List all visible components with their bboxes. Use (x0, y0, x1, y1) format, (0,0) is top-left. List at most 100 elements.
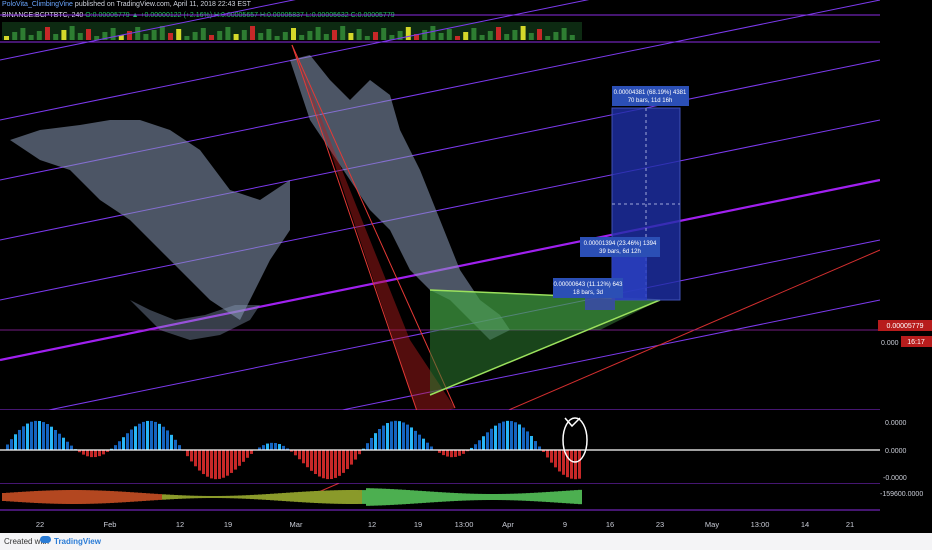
osc-bar (46, 424, 49, 450)
measure-label-medium: 0.00001394 (23.46%) 1394 39 bars, 6d 12h (580, 237, 660, 257)
time-axis-label: 19 (224, 520, 232, 529)
osc-bar (162, 426, 165, 450)
top-strip-bar (364, 36, 370, 40)
top-strip-bar (266, 29, 272, 40)
osc-bar (262, 445, 265, 450)
osc2-bar (510, 493, 514, 501)
osc-bar (310, 450, 313, 471)
osc2-bar (42, 490, 46, 504)
osc-bar (82, 450, 85, 455)
osc2-bar (538, 492, 542, 502)
osc2-bar (174, 494, 178, 500)
measure-label-large: 0.00004381 (68.19%) 4381 70 bars, 11d 16… (612, 86, 689, 106)
osc2-bar (146, 493, 150, 501)
osc-bar (510, 421, 513, 450)
osc-bar (190, 450, 193, 462)
osc2-bar (274, 493, 278, 501)
osc2-bar (422, 491, 426, 503)
osc2-bar (414, 490, 418, 504)
top-strip-bar (422, 30, 428, 40)
osc-bar (230, 450, 233, 473)
osc-bar (298, 450, 301, 460)
osc2-bar (122, 491, 126, 503)
osc2-bar (110, 491, 114, 503)
osc-bar (18, 429, 21, 450)
osc2-bar (106, 490, 110, 504)
time-axis-label: May (705, 520, 719, 529)
osc2-bar (410, 490, 414, 504)
top-strip-bar (77, 33, 83, 40)
osc-bar (522, 427, 525, 450)
osc-bar (330, 450, 333, 480)
osc2-bar (234, 495, 238, 499)
osc2-bar (530, 492, 534, 502)
osc-bar (402, 422, 405, 450)
osc-bar (214, 450, 217, 480)
chart-svg[interactable]: 0.00004381 (68.19%) 4381 70 bars, 11d 16… (0, 0, 932, 533)
osc-bar (98, 450, 101, 457)
osc-bar (486, 432, 489, 450)
last-price-label: 0.00005779 (887, 323, 924, 330)
osc2-bar (262, 494, 266, 500)
osc2-bar (350, 490, 354, 504)
tradingview-brand[interactable]: TradingView (54, 537, 101, 546)
osc2-bar (70, 490, 74, 504)
time-axis-label: 12 (176, 520, 184, 529)
osc2-bar (450, 492, 454, 502)
countdown-price-label: 0.000 (881, 340, 899, 347)
osc-bar (570, 450, 573, 479)
top-strip-bar (184, 36, 190, 40)
osc2-bar (38, 490, 42, 504)
osc-bar (578, 450, 581, 479)
top-strip-bar (217, 31, 223, 40)
time-axis-label: Mar (290, 520, 303, 529)
measure-line2: 18 bars, 3d (573, 290, 603, 296)
osc2-bar (126, 491, 130, 503)
top-strip-bar (209, 35, 214, 40)
osc2-bar (430, 491, 434, 503)
osc2-bar (66, 490, 70, 504)
osc2-bar (390, 489, 394, 505)
osc-bar (150, 420, 153, 450)
top-strip-bar (479, 35, 485, 40)
osc-bar (54, 429, 57, 450)
osc2-bar (514, 493, 518, 501)
osc-bar (458, 450, 461, 456)
osc-bar (38, 421, 41, 450)
osc-bar (166, 430, 169, 450)
osc-bar (494, 425, 497, 450)
osc2-bar (270, 493, 274, 501)
osc-bar (242, 450, 245, 462)
osc-bar (574, 450, 577, 480)
osc-bar (558, 450, 561, 472)
osc2-bar (242, 495, 246, 499)
top-strip-bar (258, 33, 264, 40)
osc-bar (246, 450, 249, 458)
osc-bar (22, 426, 25, 450)
osc2-bar (194, 495, 198, 499)
time-axis[interactable]: 22 Feb 12 19 Mar 12 19 13:00 Apr 9 16 23 May 13:00 14 2… (36, 520, 854, 529)
osc-bar (490, 428, 493, 450)
osc2-bar (498, 493, 502, 501)
osc2-bar (170, 494, 174, 500)
osc-bar (562, 450, 565, 475)
osc-bar (526, 431, 529, 450)
osc-bar (226, 450, 229, 476)
osc-bar (422, 438, 425, 450)
osc-bar (338, 450, 341, 476)
osc-bar (126, 433, 129, 450)
osc2-bar (14, 492, 18, 502)
osc2-bar (34, 491, 38, 503)
osc2-bar (550, 491, 554, 503)
top-strip-bar (127, 31, 132, 40)
top-strip-bar (225, 27, 231, 40)
osc2-bar (166, 494, 170, 500)
osc2-bar (322, 490, 326, 504)
osc2-bar (206, 495, 210, 499)
osc2-bar (46, 490, 50, 504)
time-axis-label: 16 (606, 520, 614, 529)
osc2-bar (566, 490, 570, 504)
osc2-bar (254, 494, 258, 500)
osc2-bar (354, 490, 358, 504)
top-strip-bar (20, 28, 26, 40)
